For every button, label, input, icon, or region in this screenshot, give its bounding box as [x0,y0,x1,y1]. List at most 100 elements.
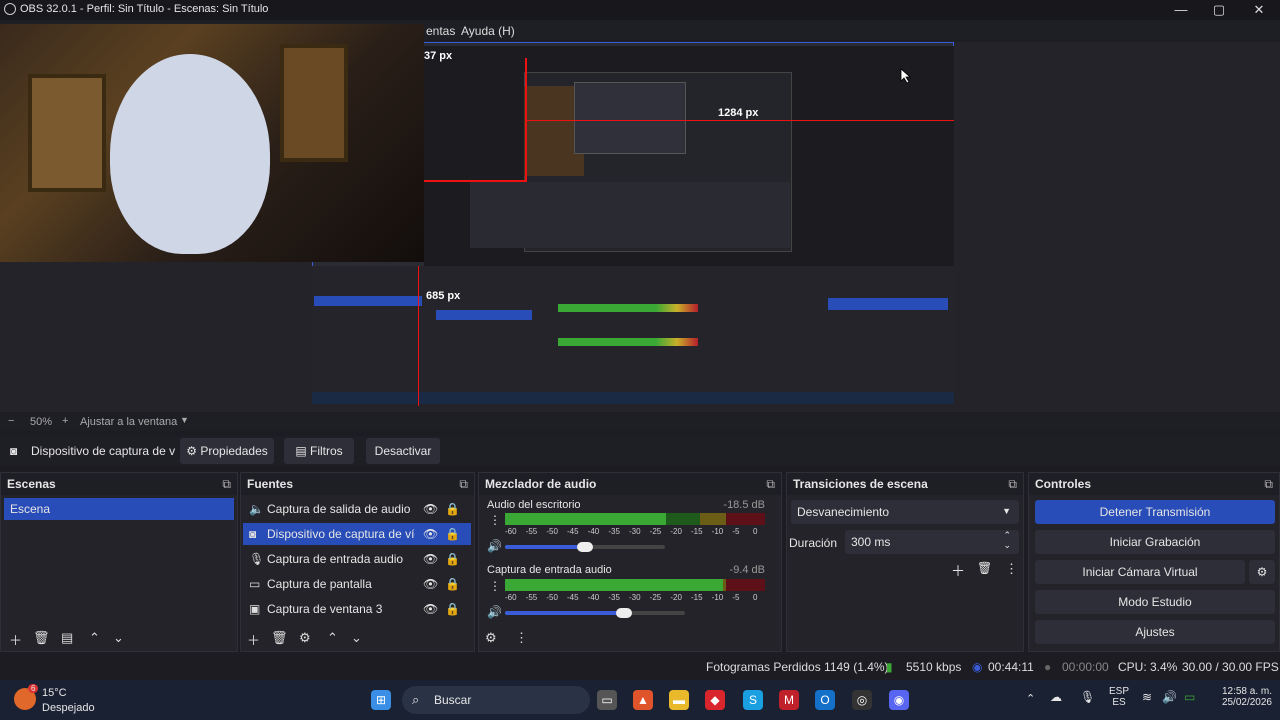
volume-knob[interactable] [615,608,632,618]
kebab-menu-icon[interactable]: ⋮ [489,513,501,527]
spin-down-icon[interactable]: ⌄ [1003,540,1011,551]
file-explorer-icon[interactable]: ▬ [669,690,689,710]
channel-db: -9.4 dB [729,564,765,576]
add-icon[interactable]: ＋ [951,561,965,581]
arrow-up-icon[interactable]: ⌃ [89,630,100,646]
discord-icon[interactable]: ◉ [889,690,909,710]
chevron-down-icon[interactable]: ▼ [180,415,189,425]
transition-select[interactable]: Desvanecimiento ▼ [791,500,1019,524]
lock-icon[interactable]: 🔒 [445,548,460,570]
windows-start-icon[interactable]: ⊞ [371,690,391,710]
scenes-dock: Escenas ⧉ Escena ＋ 🗑 ▤ ⌃ ⌄ [0,472,238,652]
kebab-menu-icon[interactable]: ⋮ [489,579,501,593]
trash-icon[interactable]: 🗑 [271,630,288,646]
cloud-icon[interactable]: ☁ [1050,690,1062,704]
mic-icon[interactable]: 🎙 [1080,690,1095,704]
outlook-icon[interactable]: O [815,690,835,710]
skype-icon[interactable]: S [743,690,763,710]
language-indicator[interactable]: ESP ES [1108,686,1130,708]
eye-icon[interactable]: 👁 [423,523,438,545]
zoom-in-button[interactable]: + [62,415,68,427]
taskbar-search[interactable]: ⌕ Buscar [402,686,590,714]
meter-tick-label: -40 [587,593,600,602]
deactivate-button[interactable]: Desactivar [366,438,440,464]
lock-icon[interactable]: 🔒 [445,573,460,595]
task-view-icon[interactable]: ▭ [597,690,617,710]
scenes-header: Escenas ⧉ [1,473,237,495]
volume-knob[interactable] [577,542,593,552]
zoom-fit-select[interactable]: Ajustar a la ventana [80,416,177,428]
gear-icon[interactable]: ⚙ [299,630,311,646]
studio-mode-button[interactable]: Modo Estudio [1035,590,1275,614]
app-red-icon[interactable]: ◆ [705,690,725,710]
popout-icon[interactable]: ⧉ [222,473,231,495]
bitrate: 5510 kbps [906,660,962,674]
lock-icon[interactable]: 🔒 [445,523,460,545]
speaker-icon[interactable]: 🔊 [487,605,502,619]
popout-icon[interactable]: ⧉ [766,473,775,495]
stop-streaming-button[interactable]: Detener Transmisión [1035,500,1275,524]
meter-tick-label: -15 [691,593,703,602]
start-recording-button[interactable]: Iniciar Grabación [1035,530,1275,554]
tray-chevron-icon[interactable]: ⌃ [1026,692,1035,705]
menu-help[interactable]: Ayuda (H) [461,24,515,38]
eye-icon[interactable]: 👁 [423,598,438,620]
mcafee-icon[interactable]: M [779,690,799,710]
popout-icon[interactable]: ⧉ [1264,473,1273,495]
add-icon[interactable]: ＋ [9,630,22,649]
source-item[interactable]: 🎙 Captura de entrada audio 👁 🔒 [243,548,471,570]
zoom-out-button[interactable]: − [8,415,14,427]
battery-icon[interactable]: ▭ [1184,690,1195,704]
channel-name: Captura de entrada audio [487,564,612,576]
language-bottom: ES [1112,697,1126,708]
virtual-camera-settings-button[interactable]: ⚙ [1249,560,1275,584]
start-virtual-camera-button[interactable]: Iniciar Cámara Virtual [1035,560,1245,584]
eye-icon[interactable]: 👁 [423,498,438,520]
scene-item[interactable]: Escena [4,498,234,520]
gear-icon[interactable]: ⚙ [485,630,497,646]
source-item[interactable]: ▭ Captura de pantalla 👁 🔒 [243,573,471,595]
eye-icon[interactable]: 👁 [423,573,438,595]
eye-icon[interactable]: 👁 [423,548,438,570]
meter-tick-label: -25 [649,593,662,602]
lock-icon[interactable]: 🔒 [445,498,460,520]
arrow-down-icon[interactable]: ⌄ [351,630,362,646]
minimize-button[interactable]: — [1162,0,1200,20]
weather-widget[interactable]: 6 15°C Despejado [14,684,104,716]
settings-button[interactable]: Ajustes [1035,620,1275,644]
record-time: 00:00:00 [1062,660,1109,674]
popout-icon[interactable]: ⧉ [1008,473,1017,495]
trash-icon[interactable]: 🗑 [977,561,992,575]
menu-tools[interactable]: entas [426,24,455,38]
channel-db: -18.5 dB [723,499,765,511]
obs-taskbar-icon[interactable]: ◎ [852,690,872,710]
volume-slider[interactable] [505,608,685,618]
maximize-button[interactable]: ▢ [1200,0,1238,20]
volume-icon[interactable]: 🔊 [1162,690,1177,704]
volume-slider[interactable] [505,542,665,552]
trash-icon[interactable]: 🗑 [33,630,50,646]
speaker-icon[interactable]: 🔊 [487,539,502,553]
filters-button[interactable]: ▤ Filtros [284,438,354,464]
source-item[interactable]: ▣ Captura de ventana 3 👁 🔒 [243,598,471,620]
popout-icon[interactable]: ⧉ [459,473,468,495]
meter-tick-label: -15 [691,527,703,536]
source-item[interactable]: ◙ Dispositivo de captura de vídeo 👁 🔒 [243,523,471,545]
filter-icon[interactable]: ▤ [61,630,73,646]
zoom-level: 50% [30,416,53,428]
lock-icon[interactable]: 🔒 [445,598,460,620]
add-icon[interactable]: ＋ [247,630,260,649]
properties-button[interactable]: ⚙ Propiedades [180,438,274,464]
kebab-menu-icon[interactable]: ⋮ [515,630,528,646]
clock[interactable]: 12:58 a. m. 25/02/2026 [1208,686,1272,708]
arrow-down-icon[interactable]: ⌄ [113,630,124,646]
kebab-menu-icon[interactable]: ⋮ [1005,561,1018,577]
source-item[interactable]: 🔈 Captura de salida de audio 👁 🔒 [243,498,471,520]
arrow-up-icon[interactable]: ⌃ [327,630,338,646]
brave-browser-icon[interactable]: ▲ [633,690,653,710]
audio-meter-fill [505,579,724,591]
close-button[interactable]: ✕ [1240,0,1278,20]
filter-icon: ▤ [295,444,307,458]
duration-input[interactable]: 300 ms ⌃ ⌄ [845,530,1019,554]
wifi-icon[interactable]: ≋ [1142,690,1152,704]
